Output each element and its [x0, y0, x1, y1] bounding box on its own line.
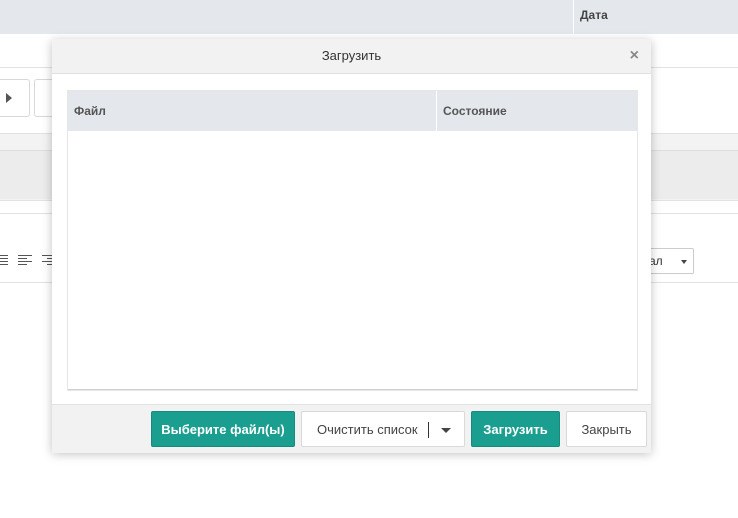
clear-list-button[interactable]: Очистить список — [301, 411, 465, 447]
upload-dialog: Загрузить × Файл Состояние Выберите файл… — [52, 39, 651, 453]
column-header-status[interactable]: Состояние — [437, 91, 637, 131]
align-left-icon[interactable] — [18, 255, 32, 267]
font-size-select-value: ал — [649, 254, 663, 268]
clear-list-label: Очистить список — [317, 422, 418, 437]
close-button[interactable]: Закрыть — [566, 411, 647, 447]
choose-files-button[interactable]: Выберите файл(ы) — [151, 411, 295, 447]
date-column-header[interactable]: Дата — [573, 0, 608, 34]
chevron-down-icon — [681, 260, 687, 264]
background-table-header: Дата — [0, 0, 738, 34]
play-icon[interactable] — [0, 79, 30, 117]
column-header-file[interactable]: Файл — [68, 91, 437, 131]
dialog-title: Загрузить — [321, 48, 382, 63]
dialog-header: Загрузить × — [52, 39, 651, 74]
grid-header: Файл Состояние — [68, 91, 637, 131]
align-center-icon[interactable] — [0, 255, 8, 267]
upload-button[interactable]: Загрузить — [471, 411, 560, 447]
chevron-down-icon[interactable] — [441, 428, 451, 433]
dialog-footer: Выберите файл(ы) Очистить список Загрузи… — [52, 404, 651, 453]
grid-divider — [68, 389, 637, 390]
split-separator — [428, 422, 429, 438]
file-list-grid: Файл Состояние — [67, 90, 638, 391]
close-icon[interactable]: × — [630, 48, 639, 64]
